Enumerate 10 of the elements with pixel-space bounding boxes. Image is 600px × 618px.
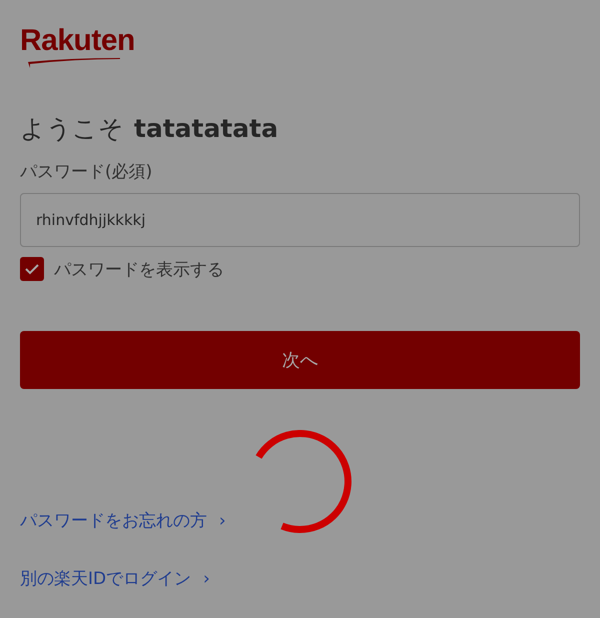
show-password-label: パスワードを表示する [54, 258, 224, 280]
password-field[interactable]: rhinvfdhjjkkkkj [20, 193, 580, 247]
show-password-checkbox[interactable] [20, 257, 44, 281]
text-link[interactable]: パスワードをお忘れの方 › [20, 509, 226, 533]
check-icon [24, 263, 40, 275]
password-label: パスワード(必須) [20, 161, 152, 184]
next-button[interactable]: 次へ [20, 331, 580, 389]
text-link[interactable]: 別の楽天IDでログイン › [20, 567, 210, 591]
welcome-heading: ようこそ tatatatata [20, 113, 280, 145]
rakuten-logo: Rakuten [20, 24, 135, 68]
